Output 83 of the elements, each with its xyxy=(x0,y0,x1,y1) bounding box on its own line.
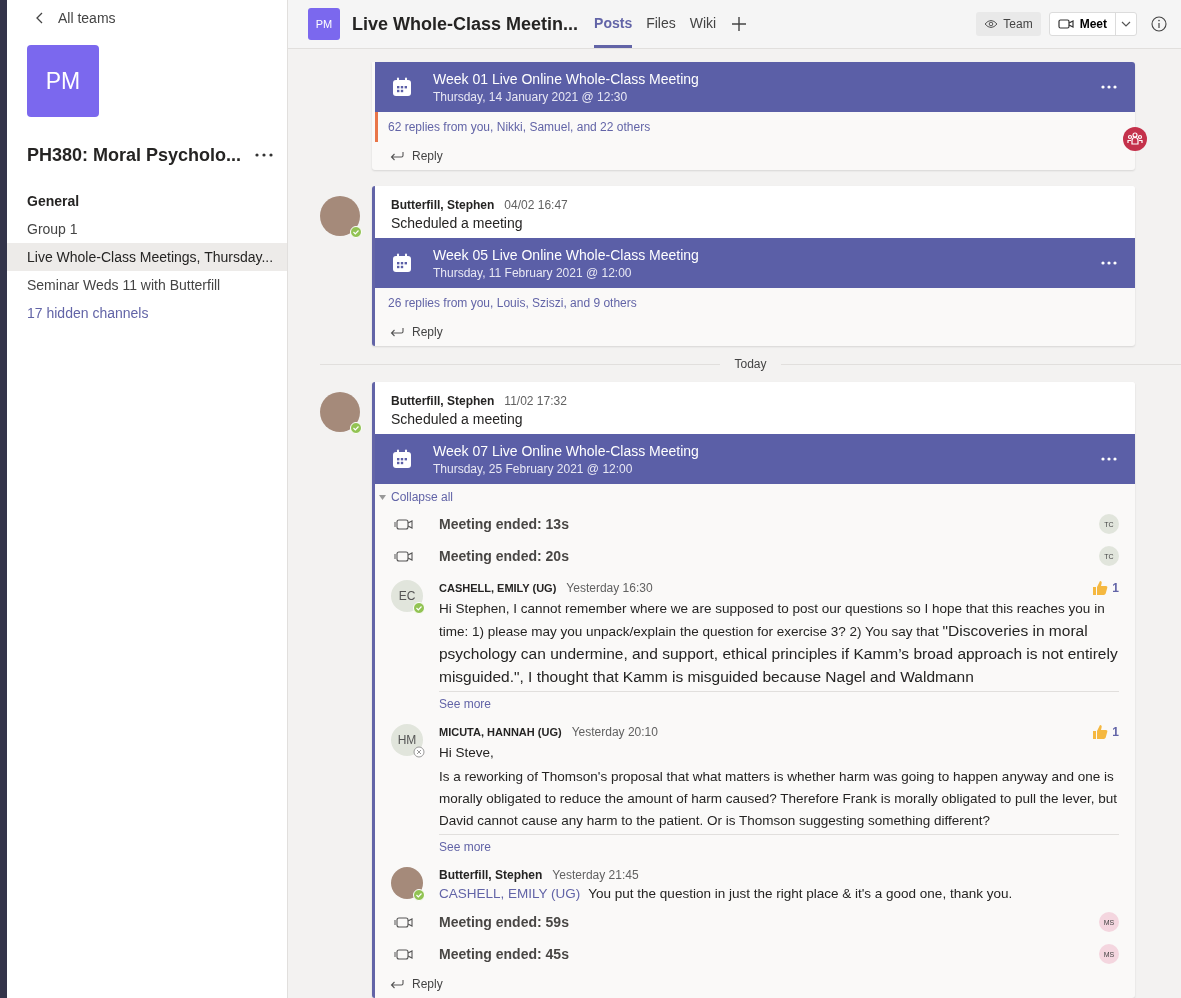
collapse-all-link[interactable]: Collapse all xyxy=(375,484,1135,508)
message-text: Hi Steve, xyxy=(439,744,495,762)
video-camera-icon xyxy=(394,516,414,532)
team-avatar: PM xyxy=(27,45,99,117)
thumbs-up-icon[interactable] xyxy=(1092,724,1109,740)
meeting-ended-text: Meeting ended: 45s xyxy=(439,946,570,962)
add-tab-icon[interactable] xyxy=(732,17,747,31)
author-name: CASHELL, EMILY (UG) xyxy=(439,582,557,594)
reaction-count: 1 xyxy=(1112,581,1119,595)
timestamp: Yesterday 16:30 xyxy=(566,581,653,595)
reply-button[interactable]: Reply xyxy=(375,142,1135,170)
video-camera-icon xyxy=(1057,18,1074,30)
avatar-photo-placeholder xyxy=(391,867,423,899)
meeting-title: Week 05 Live Online Whole-Class Meeting xyxy=(433,246,700,263)
channel-item[interactable]: 17 hidden channels xyxy=(7,299,287,327)
video-camera-icon xyxy=(394,548,414,564)
thumbs-up-icon[interactable] xyxy=(1092,580,1109,596)
reply-arrow-icon xyxy=(390,327,404,337)
people-badge-icon[interactable] xyxy=(1123,127,1147,151)
meeting-ended-text: Meeting ended: 59s xyxy=(439,914,570,930)
author-name: Butterfill, Stephen xyxy=(391,198,495,212)
caret-down-icon xyxy=(379,494,386,500)
avatar-photo-placeholder xyxy=(320,196,360,236)
meeting-banner[interactable]: Week 01 Live Online Whole-Class Meeting Thursday, 14 January 2021 @ 12:30 xyxy=(375,62,1135,112)
reply-button[interactable]: Reply xyxy=(375,970,1135,998)
eye-icon xyxy=(984,19,999,29)
team-button[interactable]: Team xyxy=(976,12,1041,36)
reply-arrow-icon xyxy=(390,151,404,161)
calendar-icon xyxy=(392,449,412,469)
channel-title: Live Whole-Class Meetin... xyxy=(352,13,579,35)
mention-link[interactable]: CASHELL, EMILY (UG) xyxy=(439,886,581,901)
channel-item[interactable]: General xyxy=(7,187,287,215)
message-text: You put the question in just the right place & it's a good one, thank you. xyxy=(588,886,1013,901)
channel-avatar: PM xyxy=(308,8,340,40)
author-name: Butterfill, Stephen xyxy=(439,868,543,882)
more-options-icon[interactable] xyxy=(1101,85,1117,89)
meeting-date: Thursday, 25 February 2021 @ 12:00 xyxy=(433,461,634,476)
message-text: Hi Stephen, I cannot remember where we are supposed to post our questions so I hope that this reaches you in time: 1) please may you unpack/explain the question for exercise 3? 2) You say that "Discoveries in moral psychology can undermine, and support, ethical principles if Kamm’s broad approach is not entirely misguided.", I thought that Kamm is misguided because Nagel and Waldmann xyxy=(439,600,1119,687)
more-options-icon[interactable] xyxy=(1101,261,1117,265)
meeting-date: Thursday, 14 January 2021 @ 12:30 xyxy=(433,89,629,104)
calendar-icon xyxy=(392,77,412,97)
video-camera-icon xyxy=(394,946,414,962)
chevron-down-icon xyxy=(1121,21,1131,27)
more-options-icon[interactable] xyxy=(1101,457,1117,461)
message-text: Is a reworking of Thomson's proposal that what matters is whether harm was going to happen anyway and one is morally obligated to reduce the amount of harm caused? Therefore Frank is morally obligated to pull the lever, but David cannot cause any harm to the patient. Or is Thomson suggesting something different? xyxy=(439,768,1119,830)
user-avatar: EC xyxy=(391,580,423,612)
meeting-title: Week 07 Live Online Whole-Class Meeting xyxy=(433,442,700,459)
reply-arrow-icon xyxy=(390,979,404,989)
tab[interactable]: Posts xyxy=(594,0,633,48)
meeting-banner[interactable]: Week 05 Live Online Whole-Class Meeting Thursday, 11 February 2021 @ 12:00 xyxy=(375,238,1135,288)
timestamp: 04/02 16:47 xyxy=(504,198,568,212)
see-more-link[interactable]: See more xyxy=(439,835,1119,859)
chevron-left-icon xyxy=(36,12,44,24)
reply-button[interactable]: Reply xyxy=(375,318,1135,346)
post-text: Scheduled a meeting xyxy=(391,411,524,427)
timestamp: Yesterday 20:10 xyxy=(571,725,658,739)
tab[interactable]: Wiki xyxy=(689,0,717,48)
more-options-icon[interactable] xyxy=(255,153,274,157)
meeting-date: Thursday, 11 February 2021 @ 12:00 xyxy=(433,265,633,280)
see-more-link[interactable]: See more xyxy=(439,692,1119,716)
timestamp: Yesterday 21:45 xyxy=(552,868,639,882)
timestamp: 11/02 17:32 xyxy=(504,394,567,408)
channel-item[interactable]: Seminar Weds 11 with Butterfill xyxy=(7,271,287,299)
author-name: MICUTA, HANNAH (UG) xyxy=(439,726,562,738)
replies-link[interactable]: 62 replies from you, Nikki, Samuel, and 22 others xyxy=(388,120,651,134)
tab[interactable]: Files xyxy=(646,0,676,48)
avatar-photo-placeholder xyxy=(320,392,360,432)
team-name: PH380: Moral Psycholo... xyxy=(27,144,242,166)
reaction-count: 1 xyxy=(1112,725,1119,739)
info-icon[interactable] xyxy=(1151,16,1167,32)
meeting-banner[interactable]: Week 07 Live Online Whole-Class Meeting Thursday, 25 February 2021 @ 12:00 xyxy=(375,434,1135,484)
meeting-ended-text: Meeting ended: 20s xyxy=(439,548,570,564)
author-name: Butterfill, Stephen xyxy=(391,394,495,408)
user-avatar: HM xyxy=(391,724,423,756)
channel-item[interactable]: Live Whole-Class Meetings, Thursday... xyxy=(7,243,287,271)
replies-link[interactable]: 26 replies from you, Louis, Sziszi, and 9 others xyxy=(388,296,637,310)
channel-item[interactable]: Group 1 xyxy=(7,215,287,243)
post-text: Scheduled a meeting xyxy=(391,215,524,231)
video-camera-icon xyxy=(394,914,414,930)
calendar-icon xyxy=(392,253,412,273)
meeting-title: Week 01 Live Online Whole-Class Meeting xyxy=(433,70,700,87)
meeting-ended-text: Meeting ended: 13s xyxy=(439,516,570,532)
back-link[interactable]: All teams xyxy=(36,10,287,26)
